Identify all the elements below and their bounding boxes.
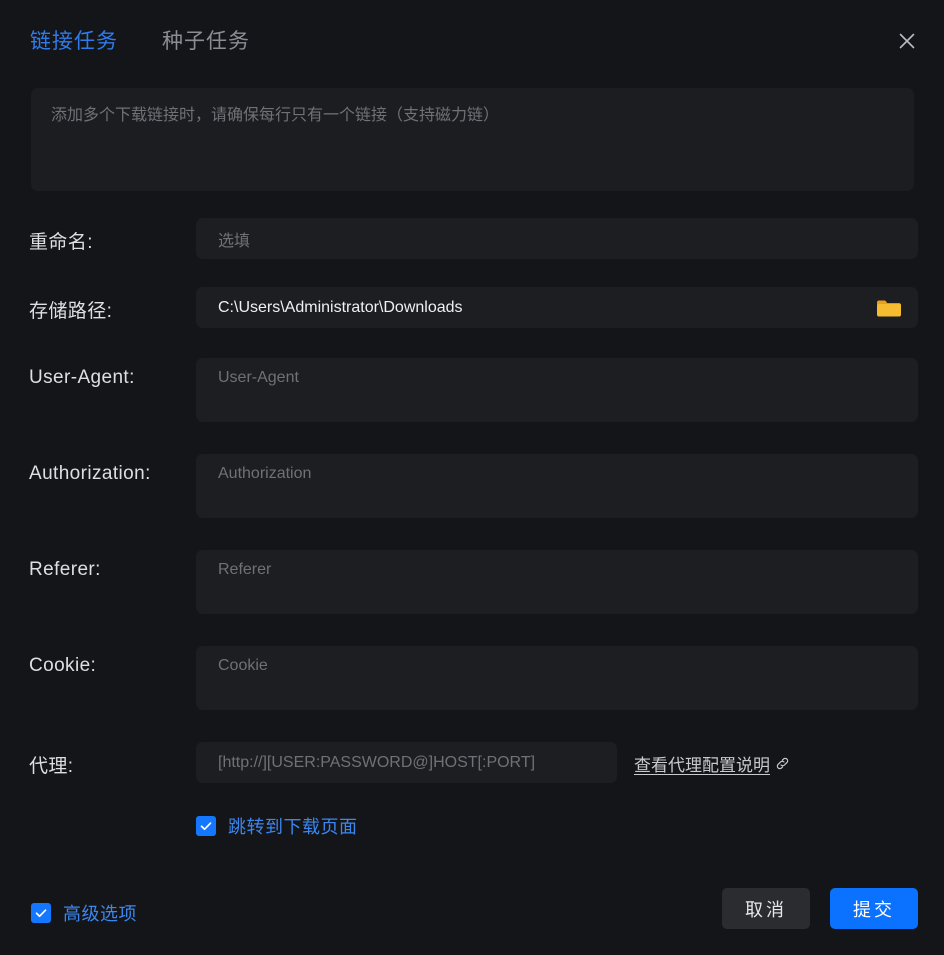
proxy-label: 代理: [29,756,74,777]
form-row-user-agent: User-Agent: User-Agent [0,358,944,422]
proxy-help-link[interactable]: 查看代理配置说明 [634,751,790,776]
close-icon [897,31,917,51]
advanced-options-checkbox-row[interactable]: 高级选项 [31,900,137,926]
submit-button[interactable]: 提交 [830,888,918,929]
browse-folder-button[interactable] [872,293,906,323]
referer-input[interactable]: Referer [196,550,918,614]
rename-label: 重命名: [29,232,93,253]
authorization-placeholder: Authorization [218,465,312,482]
cookie-placeholder: Cookie [218,657,268,674]
download-links-placeholder: 添加多个下载链接时，请确保每行只有一个链接（支持磁力链） [51,107,500,124]
close-button[interactable] [888,22,926,60]
cookie-label: Cookie: [29,655,97,676]
jump-to-download-checkbox-row[interactable]: 跳转到下载页面 [196,813,358,839]
save-path-label: 存储路径: [29,301,113,322]
form-row-cookie: Cookie: Cookie [0,646,944,710]
proxy-input[interactable]: [http://][USER:PASSWORD@]HOST[:PORT] [196,742,617,783]
authorization-input[interactable]: Authorization [196,454,918,518]
form-row-rename: 重命名: 选填 [0,218,944,259]
advanced-options-label: 高级选项 [63,904,137,924]
save-path-value: C:\Users\Administrator\Downloads [218,298,463,316]
form-row-save-path: 存储路径: C:\Users\Administrator\Downloads [0,287,944,328]
form-row-referer: Referer: Referer [0,550,944,614]
cancel-button[interactable]: 取消 [722,888,810,929]
save-path-input[interactable]: C:\Users\Administrator\Downloads [196,287,918,328]
folder-icon [875,296,903,320]
proxy-placeholder: [http://][USER:PASSWORD@]HOST[:PORT] [218,753,536,771]
tab-link-task[interactable]: 链接任务 [30,22,118,62]
referer-placeholder: Referer [218,561,272,578]
user-agent-input[interactable]: User-Agent [196,358,918,422]
form-row-authorization: Authorization: Authorization [0,454,944,518]
download-links-input[interactable]: 添加多个下载链接时，请确保每行只有一个链接（支持磁力链） [31,88,914,191]
user-agent-label: User-Agent: [29,367,135,388]
rename-placeholder: 选填 [218,232,251,250]
jump-to-download-checkbox[interactable] [196,816,216,836]
rename-input[interactable]: 选填 [196,218,918,259]
referer-label: Referer: [29,559,101,580]
external-link-icon [775,756,790,771]
user-agent-placeholder: User-Agent [218,369,299,386]
proxy-help-link-label: 查看代理配置说明 [634,756,770,775]
form-row-proxy: 代理: [http://][USER:PASSWORD@]HOST[:PORT]… [0,742,944,783]
advanced-options-checkbox[interactable] [31,903,51,923]
cookie-input[interactable]: Cookie [196,646,918,710]
new-download-task-dialog: 链接任务 种子任务 添加多个下载链接时，请确保每行只有一个链接（支持磁力链） 重… [0,0,944,955]
jump-to-download-label: 跳转到下载页面 [228,817,358,837]
authorization-label: Authorization: [29,463,151,484]
tab-torrent-task[interactable]: 种子任务 [162,22,250,62]
tab-bar: 链接任务 种子任务 [30,22,250,62]
